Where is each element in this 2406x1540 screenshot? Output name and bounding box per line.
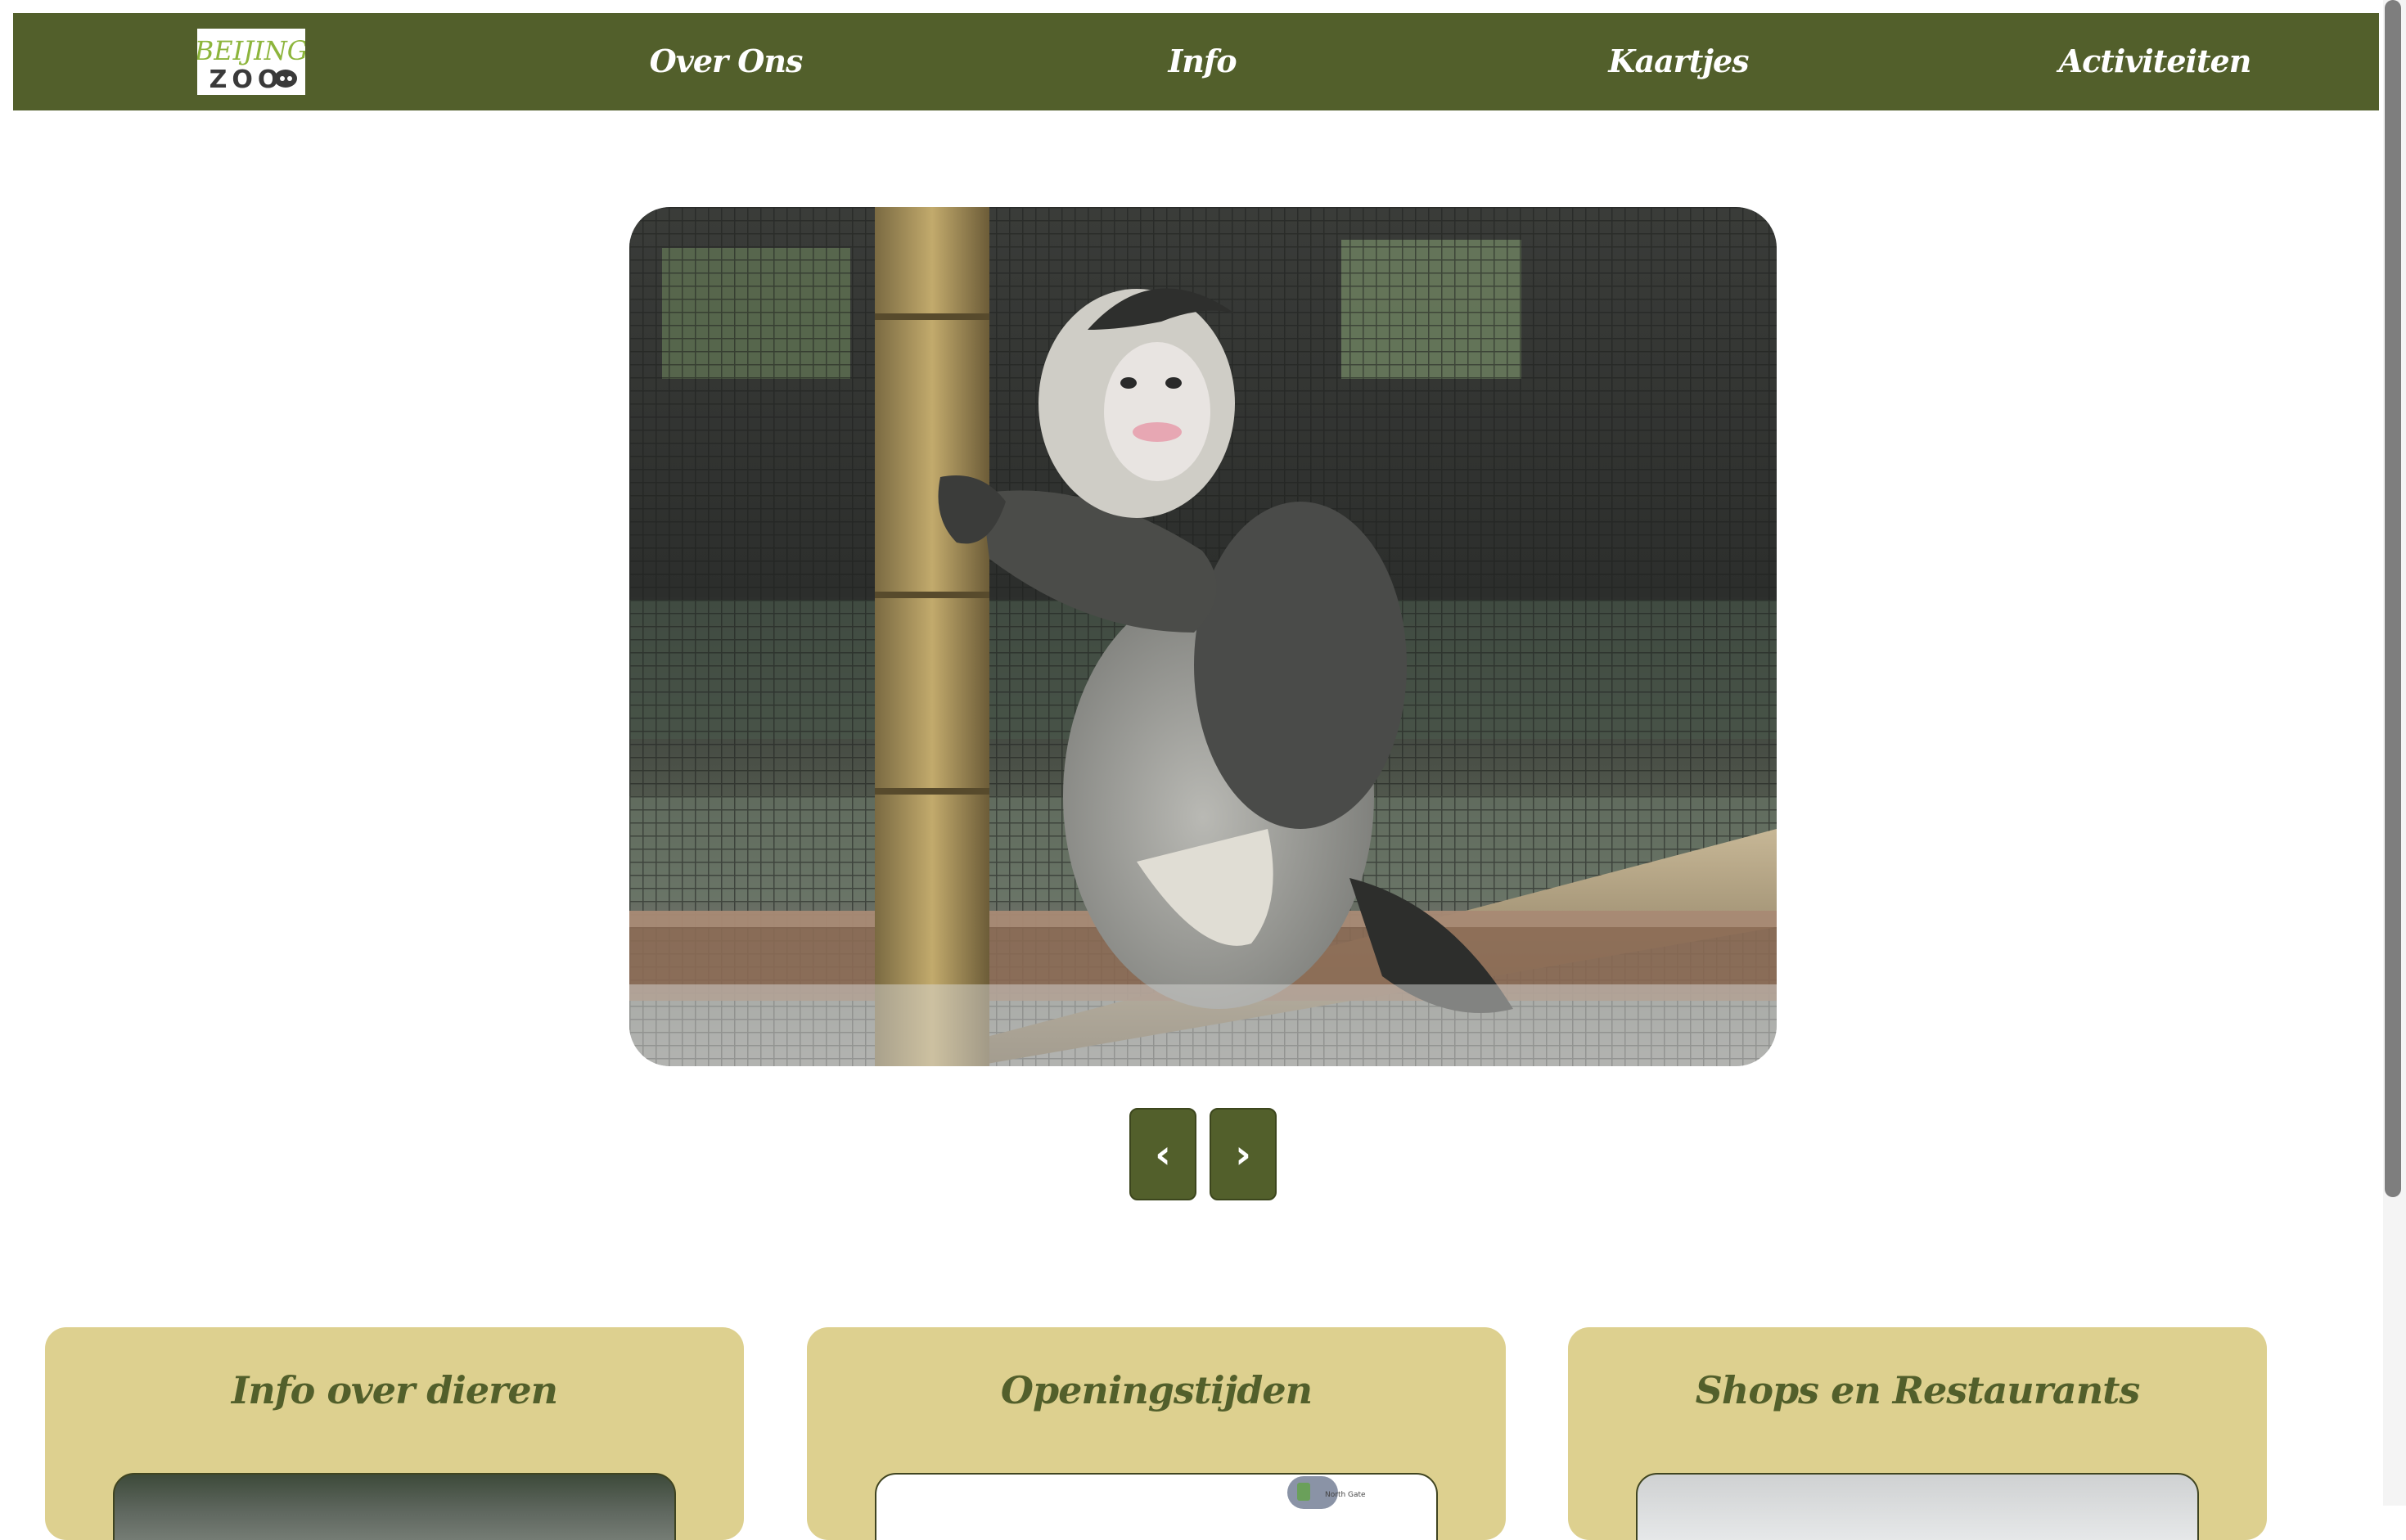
card-image-shops[interactable] (1636, 1473, 2199, 1540)
logo-text-bottom: ZOO (210, 65, 284, 94)
nav-link-kaartjes[interactable]: Kaartjes (1608, 43, 1749, 79)
chevron-right-icon: › (1235, 1131, 1251, 1178)
card-title: Shops en Restaurants (1695, 1368, 2141, 1412)
slider-image (629, 207, 1777, 1066)
card-image-map[interactable]: North Gate (875, 1473, 1438, 1540)
map-label: North Gate (1325, 1491, 1366, 1499)
chevron-left-icon: ‹ (1155, 1131, 1171, 1178)
nav-link-over-ons[interactable]: Over Ons (650, 43, 804, 79)
card-info-over-dieren[interactable]: Info over dieren (45, 1327, 744, 1540)
card-image-animals[interactable] (113, 1473, 676, 1540)
card-title: Openingstijden (1000, 1368, 1313, 1412)
beijing-zoo-logo[interactable]: BEIJING ZOO (197, 29, 305, 95)
slider-next-button[interactable]: › (1210, 1108, 1277, 1200)
card-openingstijden[interactable]: Openingstijden North Gate (807, 1327, 1506, 1540)
nav-link-info[interactable]: Info (1168, 43, 1237, 79)
navbar: BEIJING ZOO Over Ons Info Kaartjes Activ… (13, 13, 2379, 110)
slider-prev-button[interactable]: ‹ (1129, 1108, 1196, 1200)
card-shops-en-restaurants[interactable]: Shops en Restaurants (1568, 1327, 2267, 1540)
scrollbar-thumb[interactable] (2385, 0, 2401, 1197)
nav-link-activiteiten[interactable]: Activiteiten (2059, 43, 2252, 79)
card-title: Info over dieren (231, 1368, 558, 1412)
monkey-photo (629, 207, 1777, 1066)
logo-text-top: BEIJING (197, 35, 305, 66)
